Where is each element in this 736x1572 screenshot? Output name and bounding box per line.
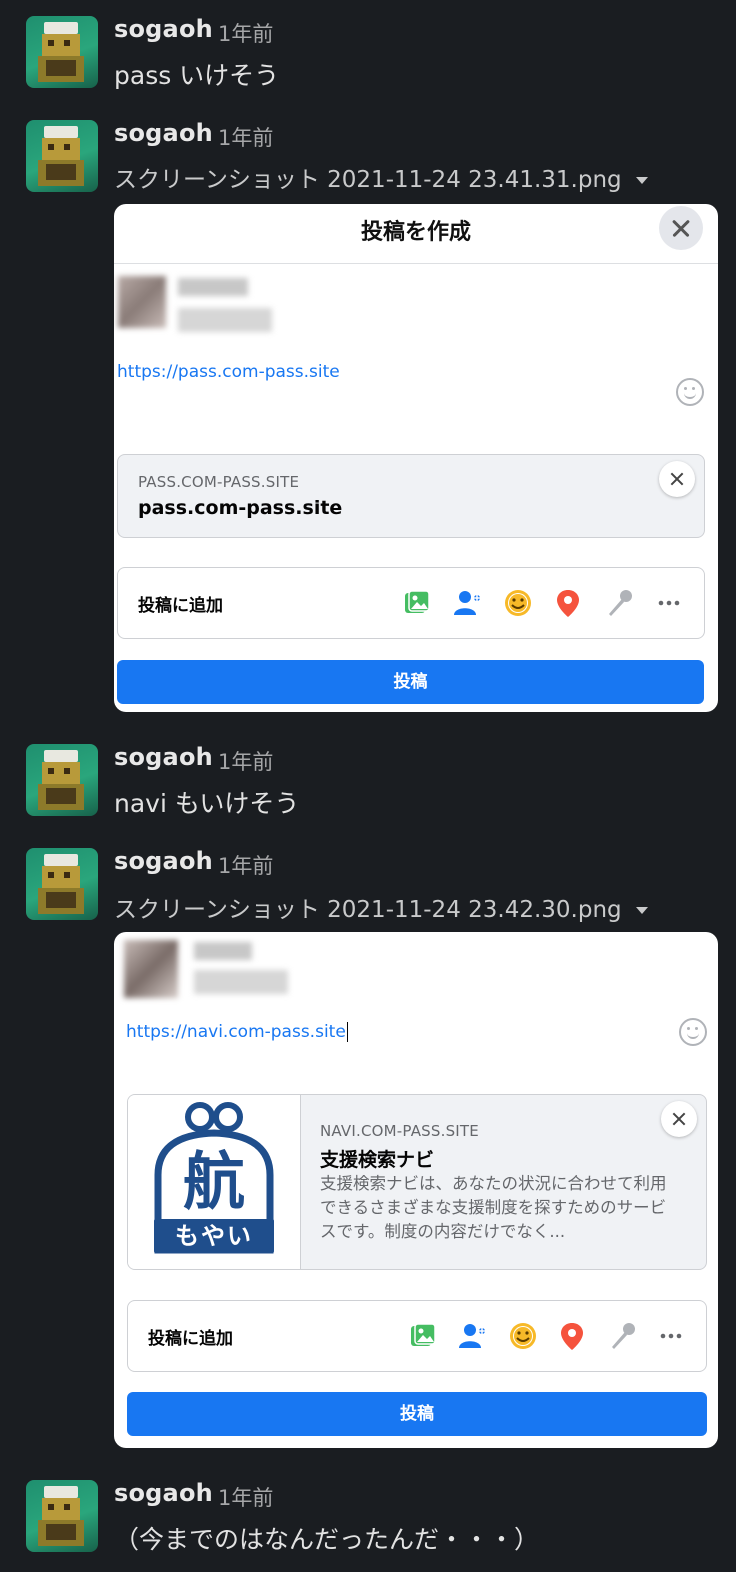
preview-title: pass.com-pass.site [138, 497, 343, 519]
audience-blurred [194, 970, 288, 994]
post-link-text-value[interactable]: https://navi.com-pass.site [126, 1022, 346, 1042]
file-name[interactable]: スクリーンショット 2021-11-24 23.41.31.png [114, 167, 622, 193]
audience-blurred [178, 308, 272, 332]
dialog-title: 投稿を作成 [360, 220, 471, 245]
timestamp[interactable]: 1年前 [218, 746, 273, 776]
add-to-post-bar: 投稿に追加 [127, 1300, 707, 1372]
emoji-icon[interactable] [679, 1018, 707, 1046]
link-preview[interactable]: PASS.COM-PASS.SITE pass.com-pass.site [117, 454, 705, 538]
preview-image: 航 もやい [128, 1095, 301, 1269]
photo-icon[interactable] [408, 1321, 438, 1351]
author-name[interactable]: sogaoh [114, 743, 213, 771]
preview-domain: NAVI.COM-PASS.SITE [320, 1122, 479, 1140]
preview-description: 支援検索ナビは、あなたの状況に合わせて利用できるさまざまな支援制度を探すためのサ… [320, 1174, 667, 1241]
file-attachment-name[interactable]: スクリーンショット 2021-11-24 23.41.31.png [114, 160, 648, 194]
chevron-down-icon[interactable] [635, 907, 648, 914]
mic-icon[interactable] [607, 1321, 637, 1351]
timestamp[interactable]: 1年前 [218, 850, 273, 880]
divider [114, 263, 718, 264]
author-name[interactable]: sogaoh [114, 15, 213, 43]
avatar[interactable] [26, 16, 98, 88]
mic-icon[interactable] [604, 588, 634, 618]
timestamp[interactable]: 1年前 [218, 122, 273, 152]
logo-moyai-text: もやい [175, 1222, 253, 1250]
file-name[interactable]: スクリーンショット 2021-11-24 23.42.30.png [114, 897, 622, 923]
avatar[interactable] [26, 744, 98, 816]
more-icon[interactable] [656, 1321, 686, 1351]
profile-name-blurred [178, 278, 248, 296]
feeling-icon[interactable] [508, 1321, 538, 1351]
preview-domain: PASS.COM-PASS.SITE [138, 473, 300, 491]
add-to-post-label: 投稿に追加 [148, 1329, 233, 1349]
post-button[interactable]: 投稿 [127, 1392, 707, 1436]
message-text: pass いけそう [114, 61, 280, 90]
feeling-icon[interactable] [503, 588, 533, 618]
avatar[interactable] [26, 120, 98, 192]
logo-kanji: 航 [182, 1145, 245, 1218]
file-attachment-name[interactable]: スクリーンショット 2021-11-24 23.42.30.png [114, 890, 648, 924]
profile-avatar-blurred [124, 940, 178, 998]
post-link-text[interactable]: https://navi.com-pass.site [126, 1022, 349, 1042]
close-icon[interactable] [661, 1101, 697, 1137]
message-text: navi もいけそう [114, 789, 300, 818]
author-name[interactable]: sogaoh [114, 1479, 213, 1507]
timestamp[interactable]: 1年前 [218, 1482, 273, 1512]
preview-title: 支援検索ナビ [320, 1149, 435, 1171]
avatar[interactable] [26, 1480, 98, 1552]
text-cursor [346, 1022, 349, 1042]
author-name[interactable]: sogaoh [114, 847, 213, 875]
more-icon[interactable] [654, 588, 684, 618]
author-name[interactable]: sogaoh [114, 119, 213, 147]
chevron-down-icon[interactable] [635, 177, 648, 184]
screenshot-create-post-navi[interactable]: https://navi.com-pass.site 航 もやい NAVI.CO… [114, 932, 718, 1448]
avatar[interactable] [26, 848, 98, 920]
close-icon[interactable] [659, 206, 703, 250]
post-link-text[interactable]: https://pass.com-pass.site [117, 362, 340, 382]
add-to-post-label: 投稿に追加 [138, 596, 223, 616]
screenshot-create-post-pass[interactable]: 投稿を作成 https://pass.com-pass.site PASS.CO… [114, 204, 718, 712]
location-icon[interactable] [553, 588, 583, 618]
location-icon[interactable] [557, 1321, 587, 1351]
photo-icon[interactable] [402, 588, 432, 618]
profile-avatar-blurred [118, 276, 166, 328]
close-icon[interactable] [659, 461, 695, 497]
message-text: （今までのはなんだったんだ・・・） [114, 1525, 540, 1554]
post-button[interactable]: 投稿 [117, 660, 704, 704]
timestamp[interactable]: 1年前 [218, 18, 273, 48]
tag-people-icon[interactable] [458, 1321, 488, 1351]
link-preview[interactable]: 航 もやい NAVI.COM-PASS.SITE 支援検索ナビ 支援検索ナビは、… [127, 1094, 707, 1270]
profile-name-blurred [194, 942, 252, 960]
emoji-icon[interactable] [676, 378, 704, 406]
tag-people-icon[interactable] [453, 588, 483, 618]
add-to-post-bar: 投稿に追加 [117, 567, 705, 639]
